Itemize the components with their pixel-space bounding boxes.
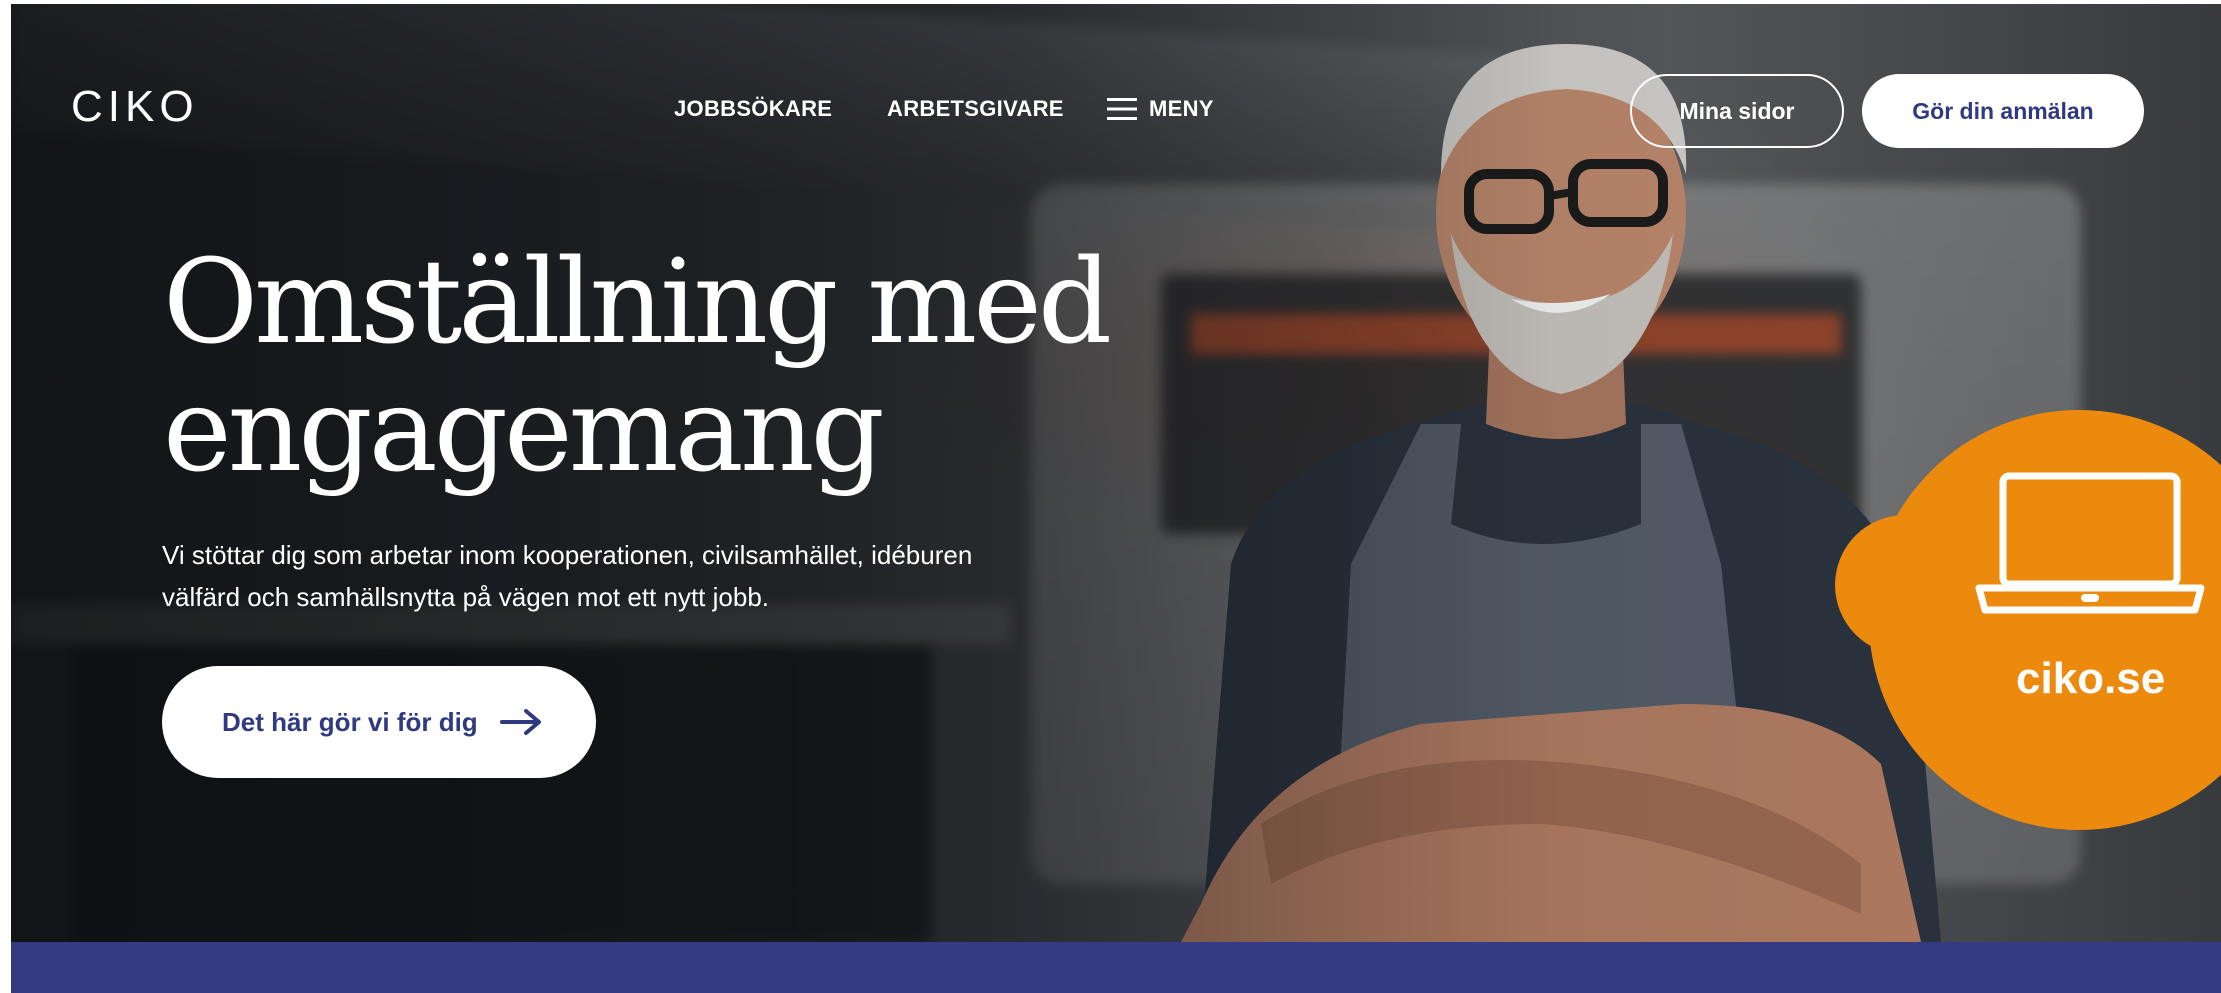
- arrow-right-icon: [499, 709, 541, 735]
- laptop-icon: [1975, 472, 2205, 614]
- hero-subtext-line-2: välfärd och samhällsnytta på vägen mot e…: [162, 582, 770, 612]
- nav-menu-label: MENY: [1149, 96, 1214, 121]
- hero-headline-line-2: engagemang: [163, 363, 885, 498]
- nav-link-arbetsgivare[interactable]: ARBETSGIVARE: [887, 96, 1064, 122]
- ciko-se-badge-text[interactable]: ciko.se: [2016, 654, 2165, 704]
- hero-subtext: Vi stöttar dig som arbetar inom kooperat…: [162, 534, 1102, 618]
- hamburger-menu-icon: [1107, 98, 1137, 120]
- det-har-gor-vi-button[interactable]: Det här gör vi för dig: [162, 666, 596, 778]
- hero-headline: Omställning med engagemang: [163, 239, 1143, 495]
- bottom-color-band: [11, 942, 2221, 993]
- nav-link-jobbsokare[interactable]: JOBBSÖKARE: [674, 96, 832, 122]
- nav-menu-button[interactable]: MENY: [1107, 96, 1214, 122]
- hero-subtext-line-1: Vi stöttar dig som arbetar inom kooperat…: [162, 540, 973, 570]
- gor-din-anmalan-button[interactable]: Gör din anmälan: [1862, 74, 2144, 148]
- cta-label: Det här gör vi för dig: [222, 706, 478, 737]
- mina-sidor-button[interactable]: Mina sidor: [1630, 74, 1844, 148]
- hero-headline-line-1: Omställning med: [163, 235, 1112, 370]
- ciko-logo[interactable]: CIKO: [71, 82, 199, 132]
